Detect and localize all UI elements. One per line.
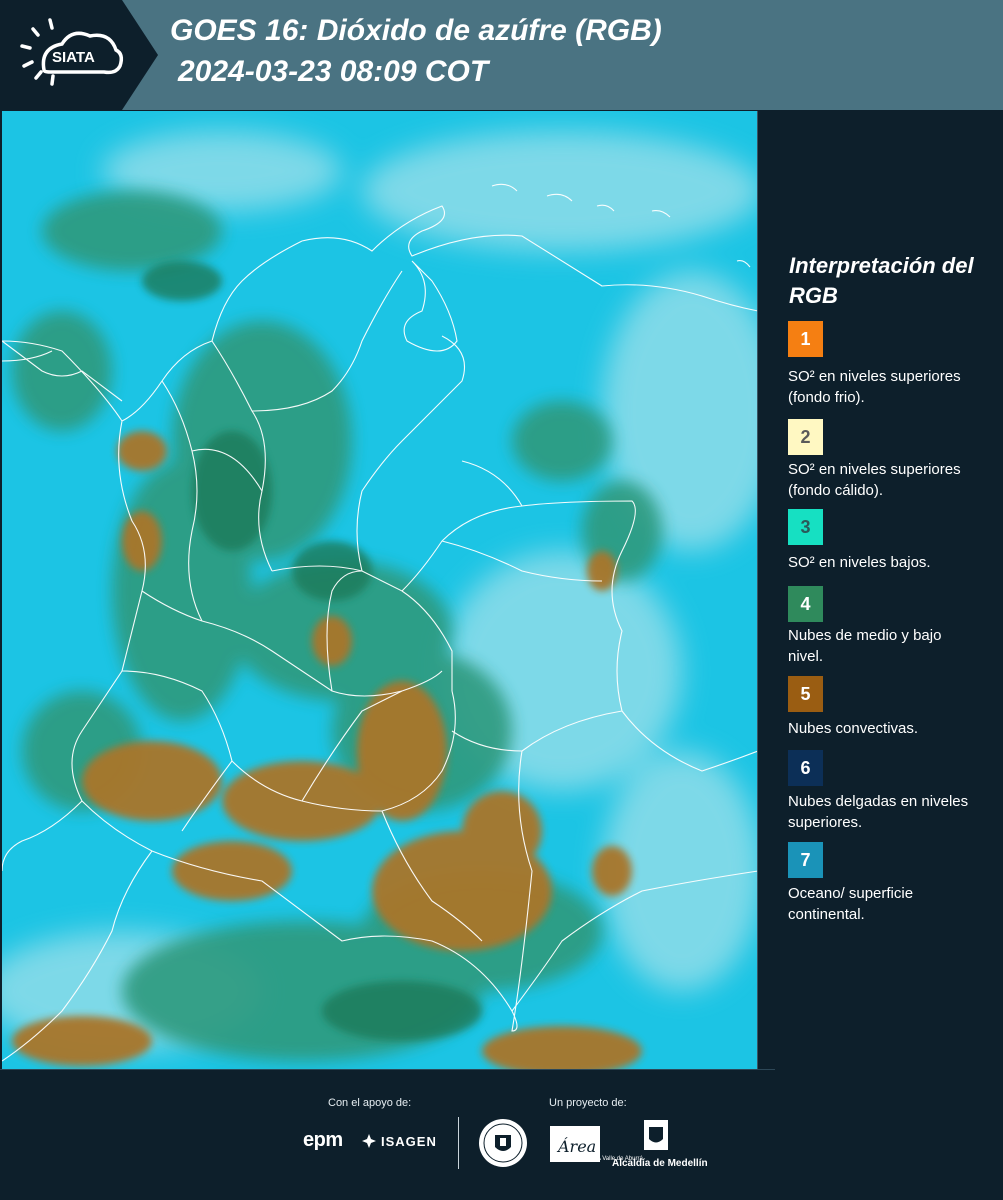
legend-label-5: Nubes convectivas. <box>788 720 919 737</box>
legend-label-1: SO² en niveles superiores (fondo frio). <box>788 368 961 406</box>
page-timestamp: 2024-03-23 08:09 COT <box>178 55 489 88</box>
header: SIATA GOES 16: Dióxido de azúfre (RGB) 2… <box>0 0 1003 110</box>
footer: Con el apoyo de: Un proyecto de: epm ISA… <box>0 1069 1003 1200</box>
logo-text: SIATA <box>52 49 95 66</box>
isagen-logo: ISAGEN <box>381 1134 437 1149</box>
satellite-map <box>2 111 758 1069</box>
footer-divider <box>458 1117 459 1169</box>
legend-swatch-7: 7 <box>788 842 823 878</box>
siata-logo: SIATA <box>0 0 158 110</box>
alcaldia-shield-icon <box>644 1120 668 1150</box>
legend-label-4: Nubes de medio y bajo nivel. <box>788 627 942 665</box>
legend-panel: Interpretación del RGB 1 SO² en niveles … <box>758 111 1003 1069</box>
area-logo-text: Área <box>556 1136 596 1156</box>
medellin-seal-icon <box>479 1119 527 1167</box>
legend-swatch-5: 5 <box>788 676 823 712</box>
legend-label-6: Nubes delgadas en niveles superiores. <box>788 793 969 831</box>
project-caption: Un proyecto de: <box>549 1097 627 1109</box>
alcaldia-label: Alcaldía de Medellín <box>612 1158 708 1169</box>
legend-label-3: SO² en niveles bajos. <box>788 554 931 571</box>
legend-swatch-3: 3 <box>788 509 823 545</box>
legend-label-2: SO² en niveles superiores (fondo cálido)… <box>788 461 961 499</box>
epm-logo: epm <box>303 1129 343 1151</box>
legend-swatch-6: 6 <box>788 750 823 786</box>
legend-swatch-4: 4 <box>788 586 823 622</box>
support-caption: Con el apoyo de: <box>328 1097 412 1109</box>
legend-label-7: Oceano/ superficie continental. <box>788 885 914 923</box>
footer-rule <box>0 1069 775 1070</box>
legend-swatch-2: 2 <box>788 419 823 455</box>
legend-title: Interpretación del RGB <box>789 253 974 308</box>
page-title: GOES 16: Dióxido de azúfre (RGB) <box>170 14 662 47</box>
isagen-icon <box>362 1134 376 1148</box>
legend-swatch-1: 1 <box>788 321 823 357</box>
